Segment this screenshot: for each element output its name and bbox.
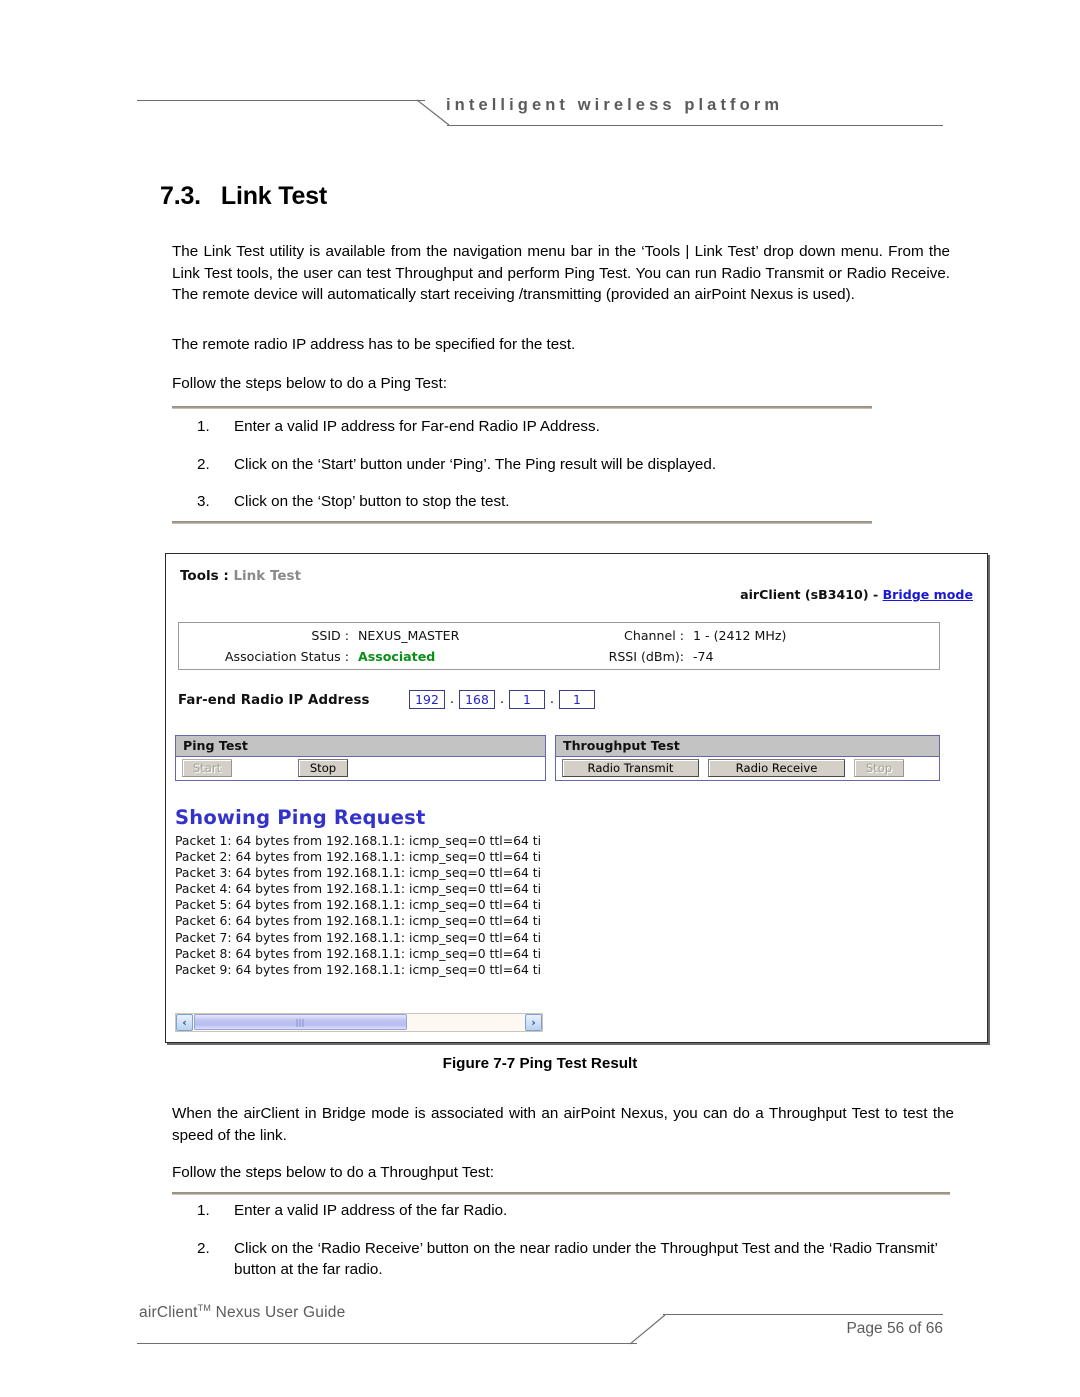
section-heading: 7.3. Link Test [160,182,327,211]
ssid-value: NEXUS_MASTER [358,628,460,643]
footer-title-rest: Nexus User Guide [211,1304,346,1321]
header-rule-left [137,100,425,101]
ip-octet-4-input[interactable] [559,690,595,709]
association-status-value: Associated [358,649,436,664]
ip-octet-1-input[interactable] [409,690,445,709]
list-item-text: Enter a valid IP address for Far-end Rad… [234,418,600,435]
bridge-mode-link[interactable]: Bridge mode [883,587,973,602]
ping-output-title: Showing Ping Request [175,806,426,829]
scroll-right-arrow-icon[interactable]: › [525,1014,542,1031]
throughput-test-panel: Throughput Test Radio Transmit Radio Rec… [555,735,940,781]
footer-trademark-symbol: TM [197,1303,212,1313]
ping-test-panel-body: Start Stop [176,757,545,780]
status-summary-box: SSID : NEXUS_MASTER Association Status :A… [178,622,940,670]
ping-test-panel-title: Ping Test [176,736,545,757]
ping-log-line: Packet 9: 64 bytes from 192.168.1.1: icm… [175,961,542,977]
channel-value: 1 - (2412 MHz) [693,628,787,643]
list-item-marker: 1. [197,418,210,435]
list-item-text: Click on the ‘Start’ button under ‘Ping’… [234,455,717,473]
ping-log-line: Packet 6: 64 bytes from 192.168.1.1: icm… [175,913,542,929]
device-name: airClient (sB3410) - [740,587,883,602]
list-item: 1. Enter a valid IP address of the far R… [172,1200,952,1222]
list-item: 2. Click on the ‘Start’ button under ‘Pi… [172,454,952,476]
ping-output-horizontal-scrollbar[interactable]: ‹ › [175,1013,543,1032]
ssid-label: SSID : [311,628,349,643]
list-item: 1. Enter a valid IP address for Far-end … [172,416,952,438]
breadcrumb-main: Tools : [180,568,234,584]
ip-separator: . [499,692,505,707]
ping-steps-rule-top [172,406,872,409]
link-test-screenshot: Tools : Link Test airClient (sB3410) - B… [165,553,988,1043]
ping-steps-list: 1. Enter a valid IP address for Far-end … [172,416,952,513]
intro-paragraph-1: The Link Test utility is available from … [172,243,950,303]
footer-title-main: airClient [139,1304,198,1321]
footer-document-title: airClientTM Nexus User Guide [139,1303,345,1322]
ping-start-button[interactable]: Start [182,759,232,777]
ping-test-panel: Ping Test Start Stop [175,735,546,781]
outro-paragraph-1: When the airClient in Bridge mode is ass… [172,1105,954,1144]
throughput-stop-button[interactable]: Stop [854,759,904,777]
list-item-text: Enter a valid IP address of the far Radi… [234,1202,508,1219]
ip-octet-2-input[interactable] [459,690,495,709]
section-title: Link Test [220,182,327,210]
intro-paragraph-2: The remote radio IP address has to be sp… [172,336,576,353]
far-end-ip-input-group[interactable]: . . . [409,690,595,709]
footer-rule-right [663,1314,943,1315]
ssid-row: SSID : NEXUS_MASTER [179,628,459,643]
list-item: 3. Click on the ‘Stop’ button to stop th… [172,491,952,513]
footer-rule-left [137,1343,637,1344]
ping-stop-button[interactable]: Stop [298,759,348,777]
ping-log-line: Packet 2: 64 bytes from 192.168.1.1: icm… [175,849,542,865]
footer-page-number: Page 56 of 66 [846,1320,943,1337]
rssi-value: -74 [693,649,714,664]
footer-diagonal-decoration [630,1314,666,1345]
list-item: 2. Click on the ‘Radio Receive’ button o… [172,1238,952,1281]
association-status-label: Association Status : [224,649,349,664]
intro-paragraph-3: Follow the steps below to do a Ping Test… [172,375,447,392]
ping-output-log: Packet 1: 64 bytes from 192.168.1.1: icm… [175,833,542,1005]
ping-log-line: Packet 5: 64 bytes from 192.168.1.1: icm… [175,897,542,913]
ping-steps-rule-bottom [172,521,872,524]
scroll-left-arrow-icon[interactable]: ‹ [176,1014,193,1031]
throughput-steps-list: 1. Enter a valid IP address of the far R… [172,1200,952,1281]
list-item-marker: 2. [197,455,210,473]
ping-log-line: Packet 3: 64 bytes from 192.168.1.1: icm… [175,865,542,881]
rssi-label: RSSI (dBm): [608,649,684,664]
breadcrumb: Tools : Link Test [180,568,301,584]
ip-separator: . [549,692,555,707]
page-header: intelligent wireless platform [0,0,1080,130]
throughput-steps-rule [172,1192,950,1195]
ping-log-line: Packet 1: 64 bytes from 192.168.1.1: icm… [175,833,542,848]
scrollbar-grip-icon [296,1019,305,1027]
ping-log-line: Packet 7: 64 bytes from 192.168.1.1: icm… [175,929,542,945]
list-item-marker: 2. [197,1239,210,1257]
list-item-marker: 3. [197,493,210,510]
association-status-row: Association Status : Associated [179,649,449,664]
channel-label: Channel : [624,628,684,643]
header-rule-right [447,125,943,126]
device-info: airClient (sB3410) - Bridge mode [740,587,973,602]
scrollbar-thumb[interactable] [194,1014,407,1030]
throughput-test-panel-title: Throughput Test [556,736,939,757]
ip-octet-3-input[interactable] [509,690,545,709]
radio-receive-button[interactable]: Radio Receive [708,759,845,777]
outro-paragraph-2: Follow the steps below to do a Throughpu… [172,1164,494,1181]
list-item-text: Click on the ‘Radio Receive’ button on t… [234,1239,938,1279]
far-end-ip-label: Far-end Radio IP Address [178,693,370,708]
section-number: 7.3. [160,182,201,210]
list-item-text: Click on the ‘Stop’ button to stop the t… [234,493,510,510]
figure-caption: Figure 7-7 Ping Test Result [442,1055,638,1072]
rssi-row: RSSI (dBm): -74 [579,649,714,664]
ping-log-line: Packet 4: 64 bytes from 192.168.1.1: icm… [175,881,542,897]
breadcrumb-current: Link Test [233,568,302,584]
list-item-marker: 1. [197,1202,210,1219]
channel-row: Channel : 1 - (2412 MHz) [579,628,786,643]
ping-log-line: Packet 8: 64 bytes from 192.168.1.1: icm… [175,945,542,961]
scrollbar-track[interactable] [193,1014,525,1031]
header-tagline: intelligent wireless platform [446,96,784,114]
throughput-test-panel-body: Radio Transmit Radio Receive Stop [556,757,939,780]
radio-transmit-button[interactable]: Radio Transmit [562,759,699,777]
ip-separator: . [449,692,455,707]
